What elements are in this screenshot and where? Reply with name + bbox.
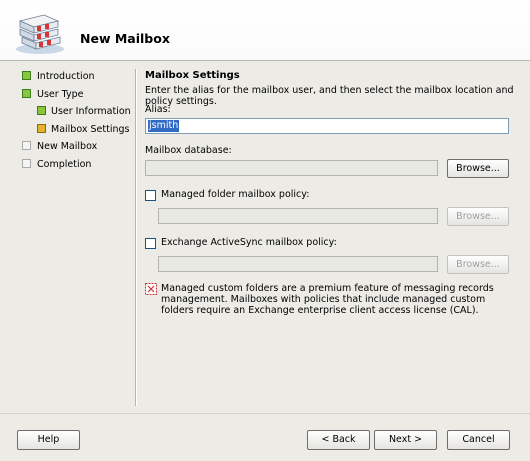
help-button[interactable]: Help [17, 430, 80, 450]
managed-folder-checkbox[interactable] [145, 190, 156, 201]
managed-folder-policy-field [158, 208, 438, 224]
step-label: New Mailbox [37, 141, 98, 152]
activesync-checkbox[interactable] [145, 238, 156, 249]
step-label: User Type [37, 88, 84, 100]
managed-folder-label: Managed folder mailbox policy: [161, 189, 310, 200]
alias-label: Alias: [145, 104, 171, 115]
step-label: Mailbox Settings [51, 123, 130, 135]
activesync-label: Exchange ActiveSync mailbox policy: [161, 237, 337, 248]
back-button[interactable]: < Back [307, 430, 370, 450]
activesync-policy-field [158, 256, 438, 272]
step-new-mailbox: New Mailbox [22, 140, 132, 158]
wizard-banner: New Mailbox [0, 0, 530, 61]
step-current-icon [37, 123, 46, 133]
mailbox-database-label: Mailbox database: [145, 145, 232, 156]
step-pending-icon [22, 141, 31, 150]
step-pending-icon [22, 158, 31, 168]
alias-input[interactable]: jsmith [145, 118, 509, 134]
browse-database-button[interactable]: Browse... [447, 159, 509, 178]
section-description: Enter the alias for the mailbox user, an… [145, 85, 514, 107]
step-mailbox-settings: Mailbox Settings [22, 123, 132, 141]
browse-managed-folder-button[interactable]: Browse... [447, 207, 509, 226]
step-complete-icon [37, 106, 46, 115]
nav-divider [135, 69, 137, 406]
step-label: Completion [37, 158, 92, 170]
browse-activesync-button[interactable]: Browse... [447, 255, 509, 274]
alias-value: jsmith [148, 120, 180, 132]
section-title: Mailbox Settings [145, 70, 240, 81]
wizard-title: New Mailbox [80, 31, 170, 46]
step-completion: Completion [22, 158, 132, 176]
mailbox-database-field [145, 160, 438, 176]
step-complete-icon [22, 88, 31, 98]
mailbox-stack-icon [16, 14, 64, 54]
step-complete-icon [22, 71, 31, 80]
step-user-type: User Type [22, 88, 132, 106]
wizard-steps-nav: Introduction User Type User Information … [22, 70, 132, 175]
premium-feature-note: Managed custom folders are a premium fea… [161, 283, 494, 316]
cancel-button[interactable]: Cancel [447, 430, 510, 450]
step-introduction: Introduction [22, 70, 132, 88]
step-label: Introduction [37, 71, 95, 82]
footer-separator [0, 413, 530, 414]
step-user-information: User Information [22, 105, 132, 123]
step-label: User Information [51, 106, 131, 117]
next-button[interactable]: Next > [374, 430, 437, 450]
premium-feature-icon [145, 283, 157, 295]
